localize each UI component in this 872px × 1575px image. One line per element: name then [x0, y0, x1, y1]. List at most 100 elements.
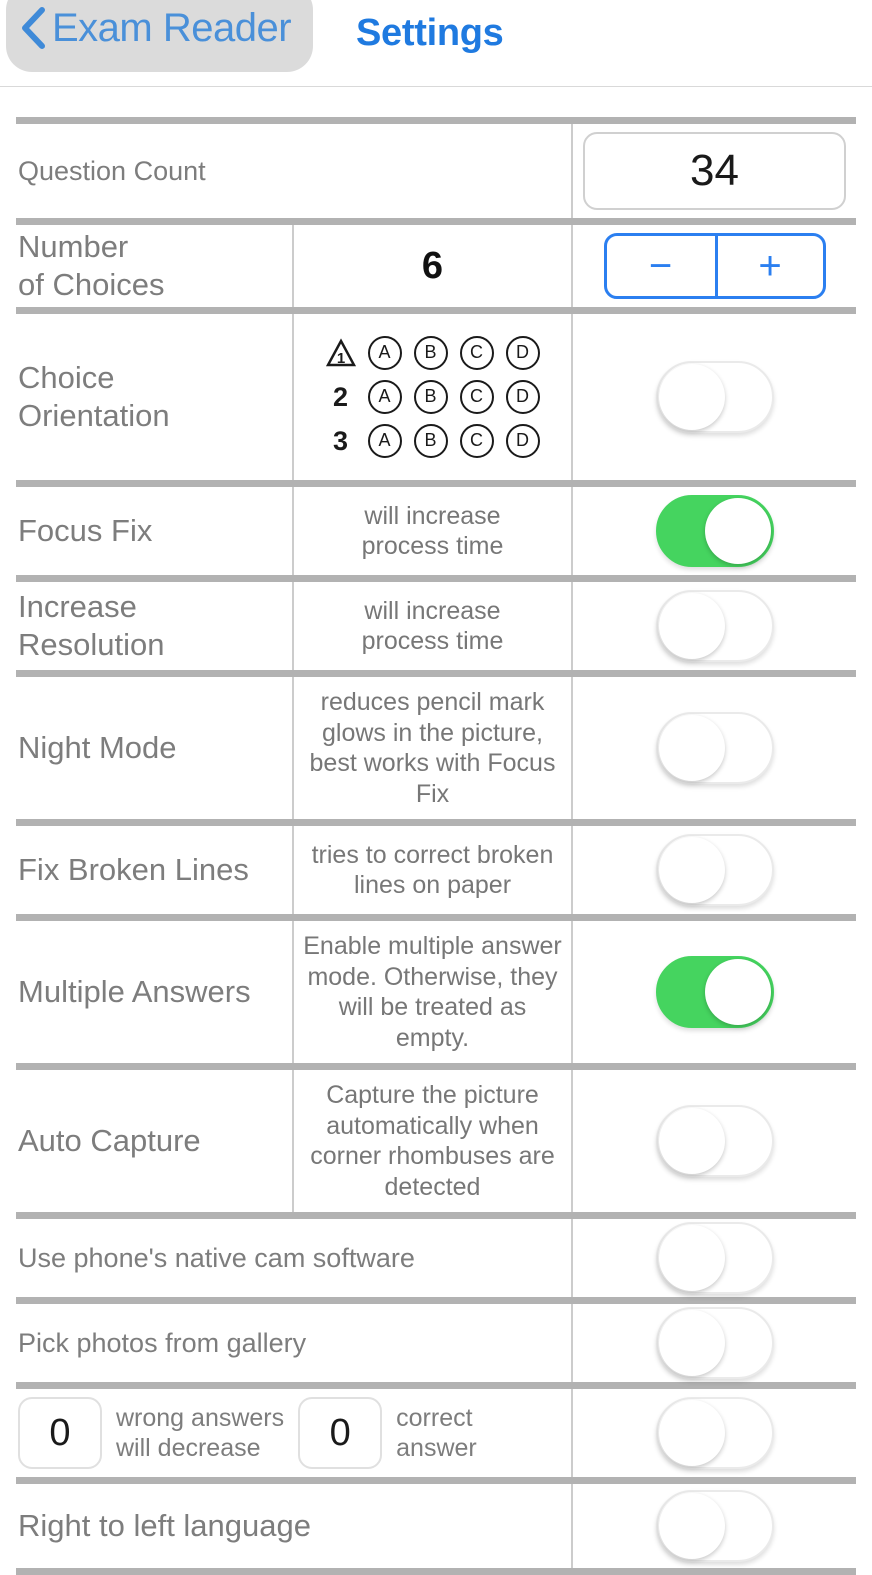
- fix-broken-lines-control: [573, 826, 856, 914]
- choice-bubble: A: [367, 336, 402, 370]
- focus-fix-label: Focus Fix: [18, 513, 153, 549]
- settings-table: Question Count 34 Number of Choices 6 − …: [16, 87, 856, 1575]
- stepper-plus-button[interactable]: +: [714, 236, 823, 296]
- row-choice-orientation: Choice Orientation 1 A B C D 2 A B C D 3…: [16, 314, 856, 480]
- choice-bubble: B: [413, 380, 448, 414]
- choice-orientation-toggle[interactable]: [655, 361, 774, 433]
- choice-orientation-control: [573, 314, 856, 480]
- pick-gallery-control: [573, 1304, 856, 1382]
- choice-orientation-label: Choice Orientation: [18, 360, 170, 433]
- row-native-cam: Use phone's native cam software: [16, 1219, 856, 1297]
- row-separator: [16, 480, 856, 487]
- row-separator: [16, 1297, 856, 1304]
- row-night-mode: Night Mode reduces pencil mark glows in …: [16, 677, 856, 819]
- toggle-knob: [658, 1310, 725, 1376]
- question-count-input[interactable]: 34: [583, 132, 846, 210]
- multiple-answers-control: [573, 921, 856, 1063]
- row-separator: [16, 1212, 856, 1219]
- orientation-row-marker-1: 1: [325, 338, 356, 368]
- orientation-row-marker-3: 3: [332, 425, 349, 456]
- multiple-answers-label: Multiple Answers: [18, 974, 251, 1010]
- night-mode-label: Night Mode: [18, 730, 177, 766]
- choice-bubble: A: [367, 424, 402, 458]
- row-separator: [16, 1477, 856, 1484]
- row-separator: [16, 670, 856, 677]
- row-increase-resolution: Increase Resolution will increase proces…: [16, 582, 856, 670]
- native-cam-toggle[interactable]: [655, 1222, 774, 1294]
- row-separator: [16, 1568, 856, 1575]
- toggle-knob: [658, 1225, 725, 1291]
- pick-gallery-toggle[interactable]: [655, 1307, 774, 1379]
- auto-capture-toggle[interactable]: [655, 1105, 774, 1177]
- svg-text:1: 1: [336, 350, 344, 367]
- toggle-knob: [658, 1493, 725, 1559]
- choice-bubble: A: [367, 380, 402, 414]
- toggle-knob: [658, 715, 725, 781]
- night-mode-control: [573, 677, 856, 819]
- row-multiple-answers: Multiple Answers Enable multiple answer …: [16, 921, 856, 1063]
- choices-stepper[interactable]: − +: [603, 233, 826, 299]
- orientation-row: 1 A B C D: [325, 336, 540, 370]
- increase-resolution-control: [573, 582, 856, 670]
- row-separator: [16, 1382, 856, 1389]
- toggle-knob: [704, 498, 771, 564]
- row-separator: [16, 218, 856, 225]
- wrong-answer-penalty-label: wrong answers will decrease: [116, 1404, 285, 1462]
- rtl-language-toggle[interactable]: [655, 1490, 774, 1562]
- choice-bubble: D: [505, 336, 540, 370]
- row-separator: [16, 117, 856, 124]
- auto-capture-label: Auto Capture: [18, 1123, 201, 1159]
- focus-fix-toggle[interactable]: [655, 495, 774, 567]
- multiple-answers-toggle[interactable]: [655, 956, 774, 1028]
- number-of-choices-value: 6: [292, 225, 573, 307]
- choice-orientation-preview: 1 A B C D 2 A B C D 3 A B C D: [292, 314, 573, 480]
- rtl-language-label: Right to left language: [16, 1484, 573, 1568]
- correct-answer-points-input[interactable]: 0: [298, 1397, 383, 1469]
- toggle-knob: [658, 364, 725, 430]
- orientation-row: 3 A B C D: [326, 424, 540, 458]
- focus-fix-description: will increase process time: [292, 487, 573, 575]
- question-count-control: 34: [573, 124, 856, 218]
- multiple-answers-description: Enable multiple answer mode. Otherwise, …: [292, 921, 573, 1063]
- question-count-label: Question Count: [16, 124, 573, 218]
- focus-fix-control: [573, 487, 856, 575]
- auto-capture-description: Capture the picture automatically when c…: [292, 1070, 573, 1212]
- row-separator: [16, 307, 856, 314]
- fix-broken-lines-description: tries to correct broken lines on paper: [292, 826, 573, 914]
- back-button[interactable]: Exam Reader: [6, 0, 314, 72]
- wrong-answer-penalty-input[interactable]: 0: [18, 1397, 102, 1469]
- row-auto-capture: Auto Capture Capture the picture automat…: [16, 1070, 856, 1212]
- scoring-control: [573, 1389, 856, 1477]
- fix-broken-lines-toggle[interactable]: [655, 834, 774, 906]
- orientation-row-marker-2: 2: [332, 381, 349, 412]
- choice-bubble: B: [413, 336, 448, 370]
- increase-resolution-toggle[interactable]: [655, 590, 774, 662]
- night-mode-description: reduces pencil mark glows in the picture…: [292, 677, 573, 819]
- scoring-toggle[interactable]: [655, 1397, 774, 1469]
- row-fix-broken-lines: Fix Broken Lines tries to correct broken…: [16, 826, 856, 914]
- row-focus-fix: Focus Fix will increase process time: [16, 487, 856, 575]
- number-of-choices-label: Number of Choices: [18, 229, 165, 302]
- row-scoring: 0 wrong answers will decrease 0 correct …: [16, 1389, 856, 1477]
- increase-resolution-description: will increase process time: [292, 582, 573, 670]
- fix-broken-lines-label: Fix Broken Lines: [18, 852, 249, 888]
- pick-gallery-label: Pick photos from gallery: [16, 1304, 573, 1382]
- choice-bubble: C: [459, 336, 494, 370]
- auto-capture-control: [573, 1070, 856, 1212]
- night-mode-toggle[interactable]: [655, 712, 774, 784]
- rtl-language-control: [573, 1484, 856, 1568]
- native-cam-control: [573, 1219, 856, 1297]
- native-cam-label: Use phone's native cam software: [16, 1219, 573, 1297]
- correct-answer-points-label: correct answer: [396, 1404, 477, 1462]
- toggle-knob: [658, 837, 725, 903]
- orientation-grid: 1 A B C D 2 A B C D 3 A B C D: [325, 324, 540, 470]
- navigation-bar: Exam Reader Settings: [0, 0, 872, 87]
- back-button-label: Exam Reader: [52, 5, 292, 50]
- stepper-minus-button[interactable]: −: [607, 236, 715, 296]
- choice-bubble: D: [505, 424, 540, 458]
- toggle-knob: [658, 1400, 725, 1466]
- row-separator: [16, 819, 856, 826]
- choice-bubble: C: [459, 380, 494, 414]
- row-separator: [16, 1063, 856, 1070]
- choice-bubble: C: [459, 424, 494, 458]
